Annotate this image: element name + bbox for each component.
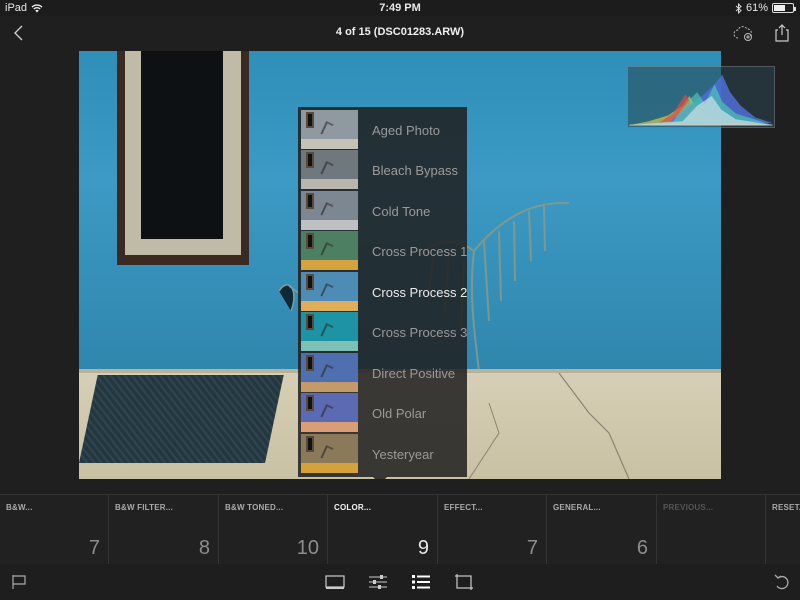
battery-percent: 61% [745, 2, 768, 14]
battery-fill [774, 5, 785, 11]
preset-group-name: PREVIOUS... [663, 503, 714, 512]
preset-label: Yesteryear [372, 447, 434, 462]
preset-group-name: B&W FILTER... [115, 503, 173, 512]
preset-label: Cross Process 2 [372, 285, 468, 300]
preset-thumbnail [301, 110, 358, 149]
histogram [627, 66, 775, 128]
photo-window-glass [141, 51, 223, 239]
cloud-sync-icon[interactable] [733, 24, 755, 42]
preset-group-general[interactable]: GENERAL... 6 [547, 495, 657, 565]
preset-thumbnail [301, 312, 358, 351]
preset-thumbnail [301, 231, 358, 270]
sliders-icon[interactable] [368, 573, 388, 591]
preset-label: Old Polar [372, 406, 427, 421]
preset-label: Aged Photo [372, 123, 440, 138]
battery-icon [772, 3, 796, 13]
preset-item[interactable]: Old Polar [298, 392, 467, 432]
preset-group-count: 8 [198, 537, 210, 559]
preset-label: Cold Tone [372, 204, 431, 219]
preset-thumbnail [301, 150, 358, 189]
undo-icon[interactable] [772, 573, 792, 591]
photo-grate [79, 375, 284, 463]
preset-label: Bleach Bypass [372, 163, 458, 178]
status-time: 7:49 PM [379, 2, 421, 14]
preset-thumbnail [301, 393, 358, 432]
preset-group-previous[interactable]: PREVIOUS... [657, 495, 766, 565]
preset-group-count: 7 [88, 537, 100, 559]
preset-group-name: B&W TONED... [225, 503, 284, 512]
preset-group-count: 6 [636, 537, 648, 559]
preset-item[interactable]: Yesteryear [298, 433, 467, 473]
preset-item[interactable]: Bleach Bypass [298, 149, 467, 189]
preset-group-count: 9 [417, 537, 429, 559]
preset-group-name: B&W... [6, 503, 33, 512]
preset-thumbnail [301, 353, 358, 392]
preset-label: Direct Positive [372, 366, 456, 381]
preset-group-bw-filter[interactable]: B&W FILTER... 8 [109, 495, 219, 565]
status-bar: iPad 7:49 PM 61% [0, 0, 800, 16]
presets-list-icon[interactable] [411, 573, 431, 591]
preset-group-color[interactable]: COLOR... 9 [328, 495, 438, 565]
preset-item[interactable]: Cross Process 2 [298, 271, 467, 311]
preset-thumbnail [301, 272, 358, 311]
preset-group-reset[interactable]: RESET... [766, 495, 800, 565]
crop-icon[interactable] [454, 573, 474, 591]
preset-thumbnail [301, 434, 358, 473]
preset-group-name: RESET... [772, 503, 800, 512]
preset-item[interactable]: Cold Tone [298, 190, 467, 230]
preset-item[interactable]: Direct Positive [298, 352, 467, 392]
photo-cracks [468, 373, 630, 479]
preset-label: Cross Process 1 [372, 244, 468, 259]
nav-bar: 4 of 15 (DSC01283.ARW) [0, 16, 800, 50]
preset-label: Cross Process 3 [372, 325, 468, 340]
preset-thumbnail [301, 191, 358, 230]
preset-groups-bar: B&W... 7 B&W FILTER... 8 B&W TONED... 10 CO… [0, 494, 800, 565]
preset-popup: Aged Photo Bleach Bypass Cold Tone Cross… [298, 107, 467, 484]
preset-group-name: EFFECT... [444, 503, 483, 512]
preset-item[interactable]: Cross Process 3 [298, 311, 467, 351]
preset-group-name: COLOR... [334, 503, 372, 512]
photo-title: 4 of 15 (DSC01283.ARW) [335, 26, 465, 38]
preset-group-bw-toned[interactable]: B&W TONED... 10 [219, 495, 328, 565]
preset-group-count: 7 [526, 537, 538, 559]
share-icon[interactable] [774, 23, 790, 43]
flag-icon[interactable] [10, 573, 30, 591]
filmstrip-icon[interactable] [325, 573, 345, 591]
status-right: 61% [735, 2, 796, 14]
preset-group-bw[interactable]: B&W... 7 [0, 495, 109, 565]
preset-group-effect[interactable]: EFFECT... 7 [438, 495, 547, 565]
preset-item[interactable]: Aged Photo [298, 109, 467, 149]
preset-group-name: GENERAL... [553, 503, 601, 512]
bottom-toolbar [0, 564, 800, 600]
bluetooth-icon [735, 2, 742, 14]
preset-item[interactable]: Cross Process 1 [298, 230, 467, 270]
preset-group-count: 10 [296, 537, 319, 559]
